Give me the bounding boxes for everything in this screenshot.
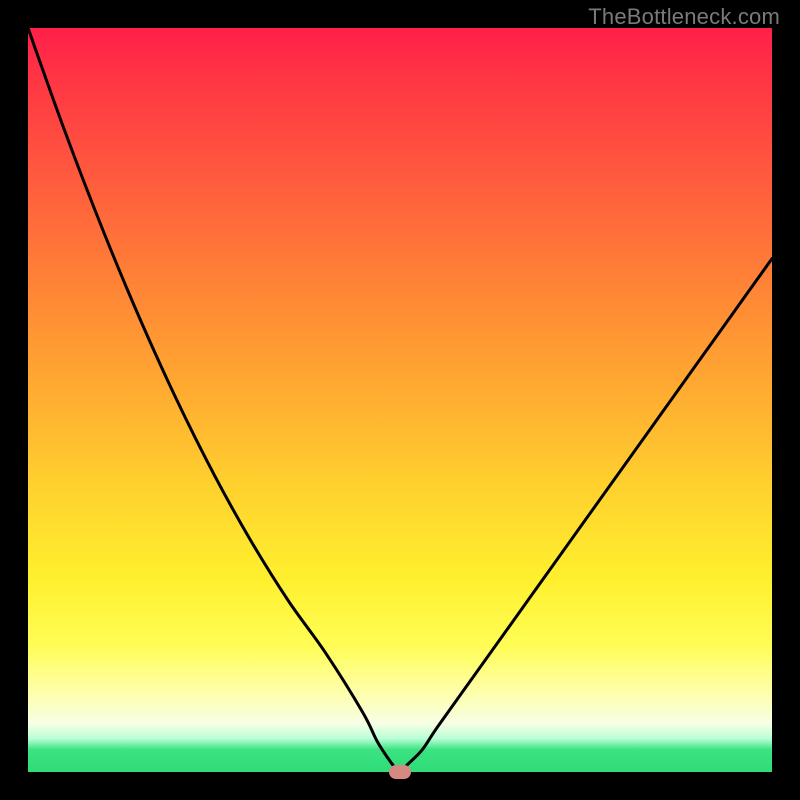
- plot-area: [28, 28, 772, 772]
- minimum-marker: [389, 765, 411, 779]
- bottleneck-curve: [28, 28, 772, 772]
- watermark-text: TheBottleneck.com: [588, 4, 780, 30]
- chart-frame: TheBottleneck.com: [0, 0, 800, 800]
